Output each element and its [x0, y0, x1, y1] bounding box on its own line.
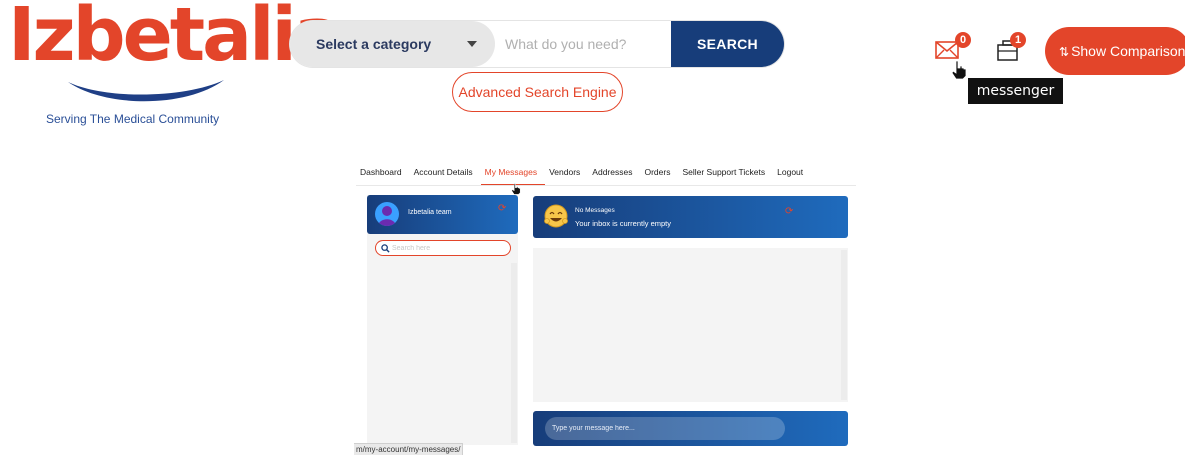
- contacts-scrollbar[interactable]: [511, 263, 517, 443]
- nav-orders[interactable]: Orders: [640, 166, 678, 185]
- show-comparison-button[interactable]: ⇅ Show Comparison: [1045, 27, 1185, 75]
- chat-title: No Messages: [575, 207, 615, 214]
- message-input[interactable]: [545, 417, 785, 440]
- chat-subtitle: Your inbox is currently empty: [575, 219, 672, 228]
- contacts-search: [375, 240, 511, 256]
- hand-cursor-icon: [951, 60, 967, 80]
- chat-header: No Messages Your inbox is currently empt…: [533, 196, 848, 238]
- nav-logout[interactable]: Logout: [773, 166, 811, 185]
- hand-cursor-icon: [511, 183, 521, 195]
- messenger-tooltip: messenger: [968, 78, 1063, 104]
- chat-messages-area: [533, 248, 848, 402]
- compare-count-badge: 1: [1010, 32, 1026, 48]
- category-select-label: Select a category: [316, 36, 432, 52]
- contact-item[interactable]: Izbetalia team ⟳: [367, 195, 518, 234]
- search-input[interactable]: [505, 29, 665, 59]
- nav-dashboard[interactable]: Dashboard: [356, 166, 410, 185]
- compare-button[interactable]: 1: [996, 32, 1030, 66]
- nav-vendors[interactable]: Vendors: [545, 166, 588, 185]
- search-button[interactable]: SEARCH: [671, 21, 784, 67]
- advanced-search-button[interactable]: Advanced Search Engine: [452, 72, 623, 112]
- avatar: [375, 202, 399, 226]
- nav-seller-support-tickets[interactable]: Seller Support Tickets: [678, 166, 773, 185]
- logo-swoosh: [68, 80, 224, 102]
- search-icon: [381, 244, 390, 253]
- sort-arrows-icon: ⇅: [1059, 45, 1070, 59]
- messages-count-badge: 0: [955, 32, 971, 48]
- chat-scrollbar[interactable]: [841, 250, 847, 400]
- account-nav: Dashboard Account Details My Messages Ve…: [356, 166, 856, 186]
- contacts-search-input[interactable]: [392, 243, 502, 254]
- chat-compose-bar: [533, 411, 848, 446]
- refresh-icon[interactable]: ⟳: [498, 203, 506, 214]
- smiley-icon: [544, 204, 568, 228]
- site-logo[interactable]: Izbetalia Serving The Medical Community: [8, 0, 344, 126]
- search-bar: Select a category SEARCH: [290, 21, 784, 67]
- user-icon: [378, 206, 396, 226]
- refresh-icon[interactable]: ⟳: [785, 206, 793, 217]
- contact-name: Izbetalia team: [408, 209, 452, 216]
- category-select[interactable]: Select a category: [290, 21, 495, 67]
- contacts-panel: Izbetalia team ⟳: [367, 195, 518, 445]
- show-comparison-label: Show Comparison: [1071, 43, 1185, 59]
- chevron-down-icon: [467, 41, 477, 47]
- nav-account-details[interactable]: Account Details: [410, 166, 481, 185]
- status-bar-url: m/my-account/my-messages/: [354, 443, 464, 455]
- logo-tagline: Serving The Medical Community: [46, 112, 220, 126]
- nav-addresses[interactable]: Addresses: [588, 166, 640, 185]
